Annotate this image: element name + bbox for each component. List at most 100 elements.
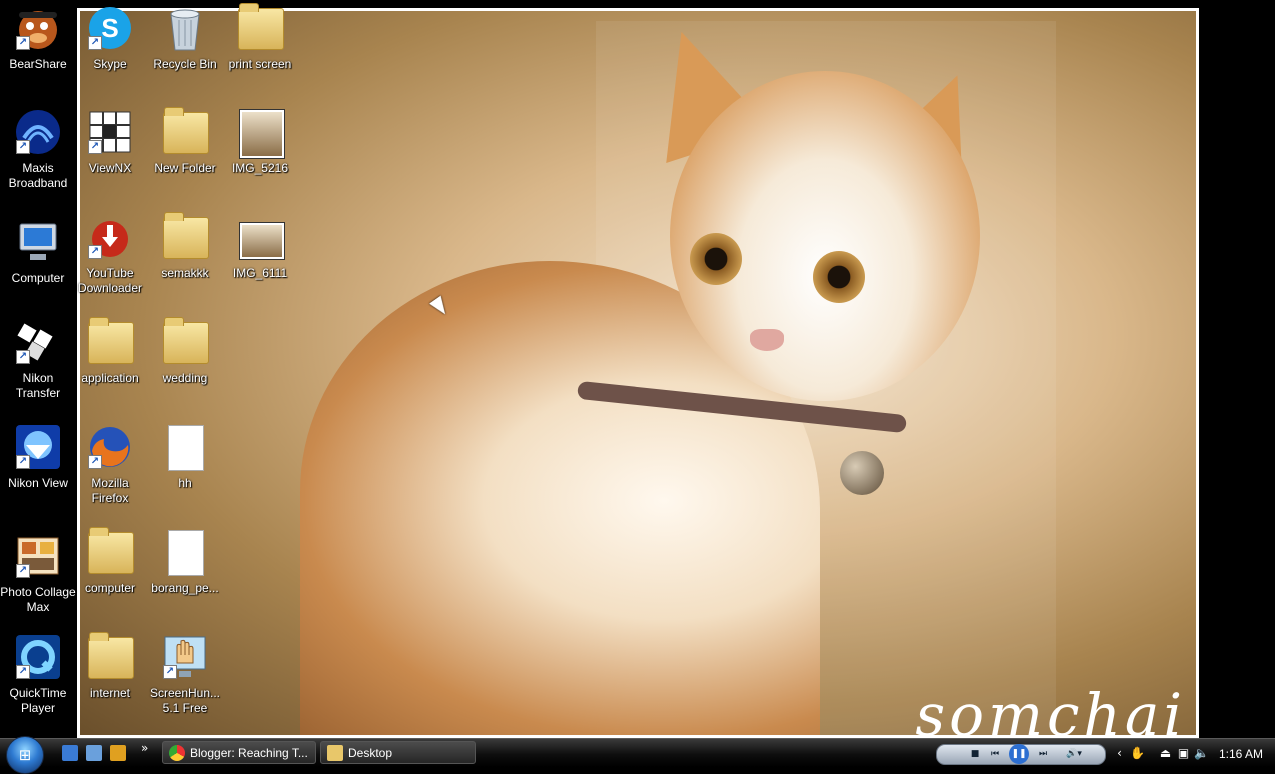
desktop-icon-screenhunter[interactable]: ↗ ScreenHun... 5.1 Free	[147, 633, 223, 716]
shortcut-arrow-icon: ↗	[16, 350, 30, 364]
icon-label: ScreenHun... 5.1 Free	[149, 686, 221, 715]
icon-label: IMG_6111	[232, 266, 288, 280]
icon-label: BearShare	[9, 57, 67, 71]
clock[interactable]: 1:16 AM	[1219, 747, 1263, 761]
desktop-icon-maxis-broadband[interactable]: ↗ Maxis Broadband	[0, 108, 76, 191]
shortcut-arrow-icon: ↗	[16, 564, 30, 578]
desktop-icon-new-folder[interactable]: New Folder	[147, 107, 223, 176]
desktop-icon-computer[interactable]: Computer	[0, 218, 76, 286]
nikon-transfer-icon: ↗	[14, 318, 62, 366]
icon-label: Maxis Broadband	[8, 161, 68, 190]
desktop-icon-internet[interactable]: internet	[72, 632, 148, 701]
quick-launch-overflow[interactable]: »	[141, 741, 148, 755]
taskbar-button-desktop[interactable]: Desktop	[320, 741, 476, 764]
screenhunter-tray-icon[interactable]: ✋	[1130, 746, 1145, 761]
desktop-icon-img-5216[interactable]: IMG_5216	[222, 108, 298, 176]
media-player-icon[interactable]	[110, 745, 126, 761]
icon-label: application	[81, 371, 139, 385]
svg-text:S: S	[101, 13, 118, 43]
icon-label: wedding	[162, 371, 208, 385]
desktop-icon-semakkk[interactable]: semakkk	[147, 212, 223, 281]
shortcut-arrow-icon: ↗	[16, 665, 30, 679]
shortcut-arrow-icon: ↗	[163, 665, 177, 679]
document-file-icon	[161, 528, 209, 576]
desktop-icon-mozilla-firefox[interactable]: ↗ Mozilla Firefox	[72, 423, 148, 506]
icon-label: Recycle Bin	[153, 57, 217, 71]
desktop-icon-quicktime-player[interactable]: ↗ QuickTime Player	[0, 633, 76, 716]
desktop-icon-hh[interactable]: hh	[147, 423, 223, 491]
viewnx-icon: ↗	[86, 108, 134, 156]
wallpaper-signature: somchai	[915, 681, 1186, 738]
desktop-icon-photo-collage-max[interactable]: ↗ Photo Collage Max	[0, 532, 76, 615]
desktop-icon-nikon-transfer[interactable]: ↗ Nikon Transfer	[0, 318, 76, 401]
skype-icon: S ↗	[86, 4, 134, 52]
desktop-icon-application[interactable]: application	[72, 317, 148, 386]
volume-icon[interactable]: 🔊▾	[1061, 747, 1087, 761]
photo-collage-icon: ↗	[14, 532, 62, 580]
shortcut-arrow-icon: ↗	[88, 245, 102, 259]
show-desktop-icon[interactable]	[86, 745, 102, 761]
folder-icon	[161, 107, 209, 156]
desktop-icon-bearshare[interactable]: ↗ BearShare	[0, 4, 76, 72]
kitten-eye-right	[813, 251, 865, 303]
taskbar: ⊞ » Blogger: Reaching T... Desktop ■ ⏮ ❚…	[0, 736, 1275, 774]
desktop-icon-recycle-bin[interactable]: Recycle Bin	[147, 4, 223, 72]
bearshare-icon: ↗	[14, 4, 62, 52]
mail-icon[interactable]	[62, 745, 78, 761]
desktop-icon-img-6111[interactable]: IMG_6111	[222, 213, 298, 281]
folder-icon	[161, 212, 209, 261]
desktop-icon-viewnx[interactable]: ↗ ViewNX	[72, 108, 148, 176]
shortcut-arrow-icon: ↗	[16, 36, 30, 50]
windows-logo-icon: ⊞	[18, 746, 32, 764]
screenhunter-icon: ↗	[161, 633, 209, 681]
folder-icon	[86, 317, 134, 366]
folder-icon	[327, 744, 343, 761]
text-file-icon	[161, 423, 209, 471]
kitten-eye-left	[690, 233, 742, 285]
youtube-downloader-icon: ↗	[86, 213, 134, 261]
computer-icon	[14, 218, 62, 266]
icon-label: Mozilla Firefox	[91, 476, 129, 505]
icon-label: semakkk	[161, 266, 209, 280]
desktop-icon-wedding[interactable]: wedding	[147, 317, 223, 386]
desktop-icon-youtube-downloader[interactable]: ↗ YouTube Downloader	[72, 213, 148, 296]
system-tray: ■ ⏮ ❚❚ ⏭ 🔊▾ ‹ ✋ ⏏ ▣ 🔈 1:16 AM	[936, 740, 1275, 767]
icon-label: Nikon View	[8, 476, 68, 490]
icon-label: hh	[178, 476, 192, 490]
next-icon[interactable]: ⏭	[1035, 747, 1051, 761]
chrome-icon	[169, 744, 185, 761]
pause-icon[interactable]: ❚❚	[1009, 744, 1029, 764]
desktop-icon-borang[interactable]: borang_pe...	[147, 528, 223, 596]
taskbar-button-label: Blogger: Reaching T...	[190, 745, 308, 760]
desktop-icon-skype[interactable]: S ↗ Skype	[72, 4, 148, 72]
shortcut-arrow-icon: ↗	[88, 36, 102, 50]
image-file-icon	[236, 213, 284, 261]
chevron-left-icon[interactable]: ‹	[1112, 746, 1127, 761]
start-button[interactable]: ⊞	[6, 736, 44, 774]
icon-label: ViewNX	[88, 161, 132, 175]
kitten-nose	[750, 329, 784, 351]
shortcut-arrow-icon: ↗	[16, 140, 30, 154]
icon-label: IMG_5216	[231, 161, 289, 175]
desktop-icon-print-screen[interactable]: print screen	[222, 3, 298, 72]
recycle-bin-icon	[161, 4, 209, 52]
firefox-icon: ↗	[86, 423, 134, 471]
taskbar-button-blogger[interactable]: Blogger: Reaching T...	[162, 741, 316, 764]
icon-label: QuickTime Player	[9, 686, 67, 715]
icon-label: New Folder	[154, 161, 216, 175]
shortcut-arrow-icon: ↗	[88, 455, 102, 469]
desktop-icon-nikon-view[interactable]: ↗ Nikon View	[0, 423, 76, 491]
icon-label: YouTube Downloader	[77, 266, 143, 295]
stop-icon[interactable]: ■	[967, 747, 983, 761]
shortcut-arrow-icon: ↗	[88, 140, 102, 154]
previous-icon[interactable]: ⏮	[987, 747, 1003, 761]
quicktime-icon: ↗	[14, 633, 62, 681]
safely-remove-icon[interactable]: ⏏	[1158, 746, 1173, 761]
folder-icon	[86, 527, 134, 576]
folder-icon	[161, 317, 209, 366]
speaker-icon[interactable]: 🔈	[1194, 746, 1209, 761]
desktop-icon-computer-folder[interactable]: computer	[72, 527, 148, 596]
icon-label: Photo Collage Max	[0, 585, 76, 614]
network-icon[interactable]: ▣	[1176, 746, 1191, 761]
taskbar-button-label: Desktop	[348, 745, 393, 760]
